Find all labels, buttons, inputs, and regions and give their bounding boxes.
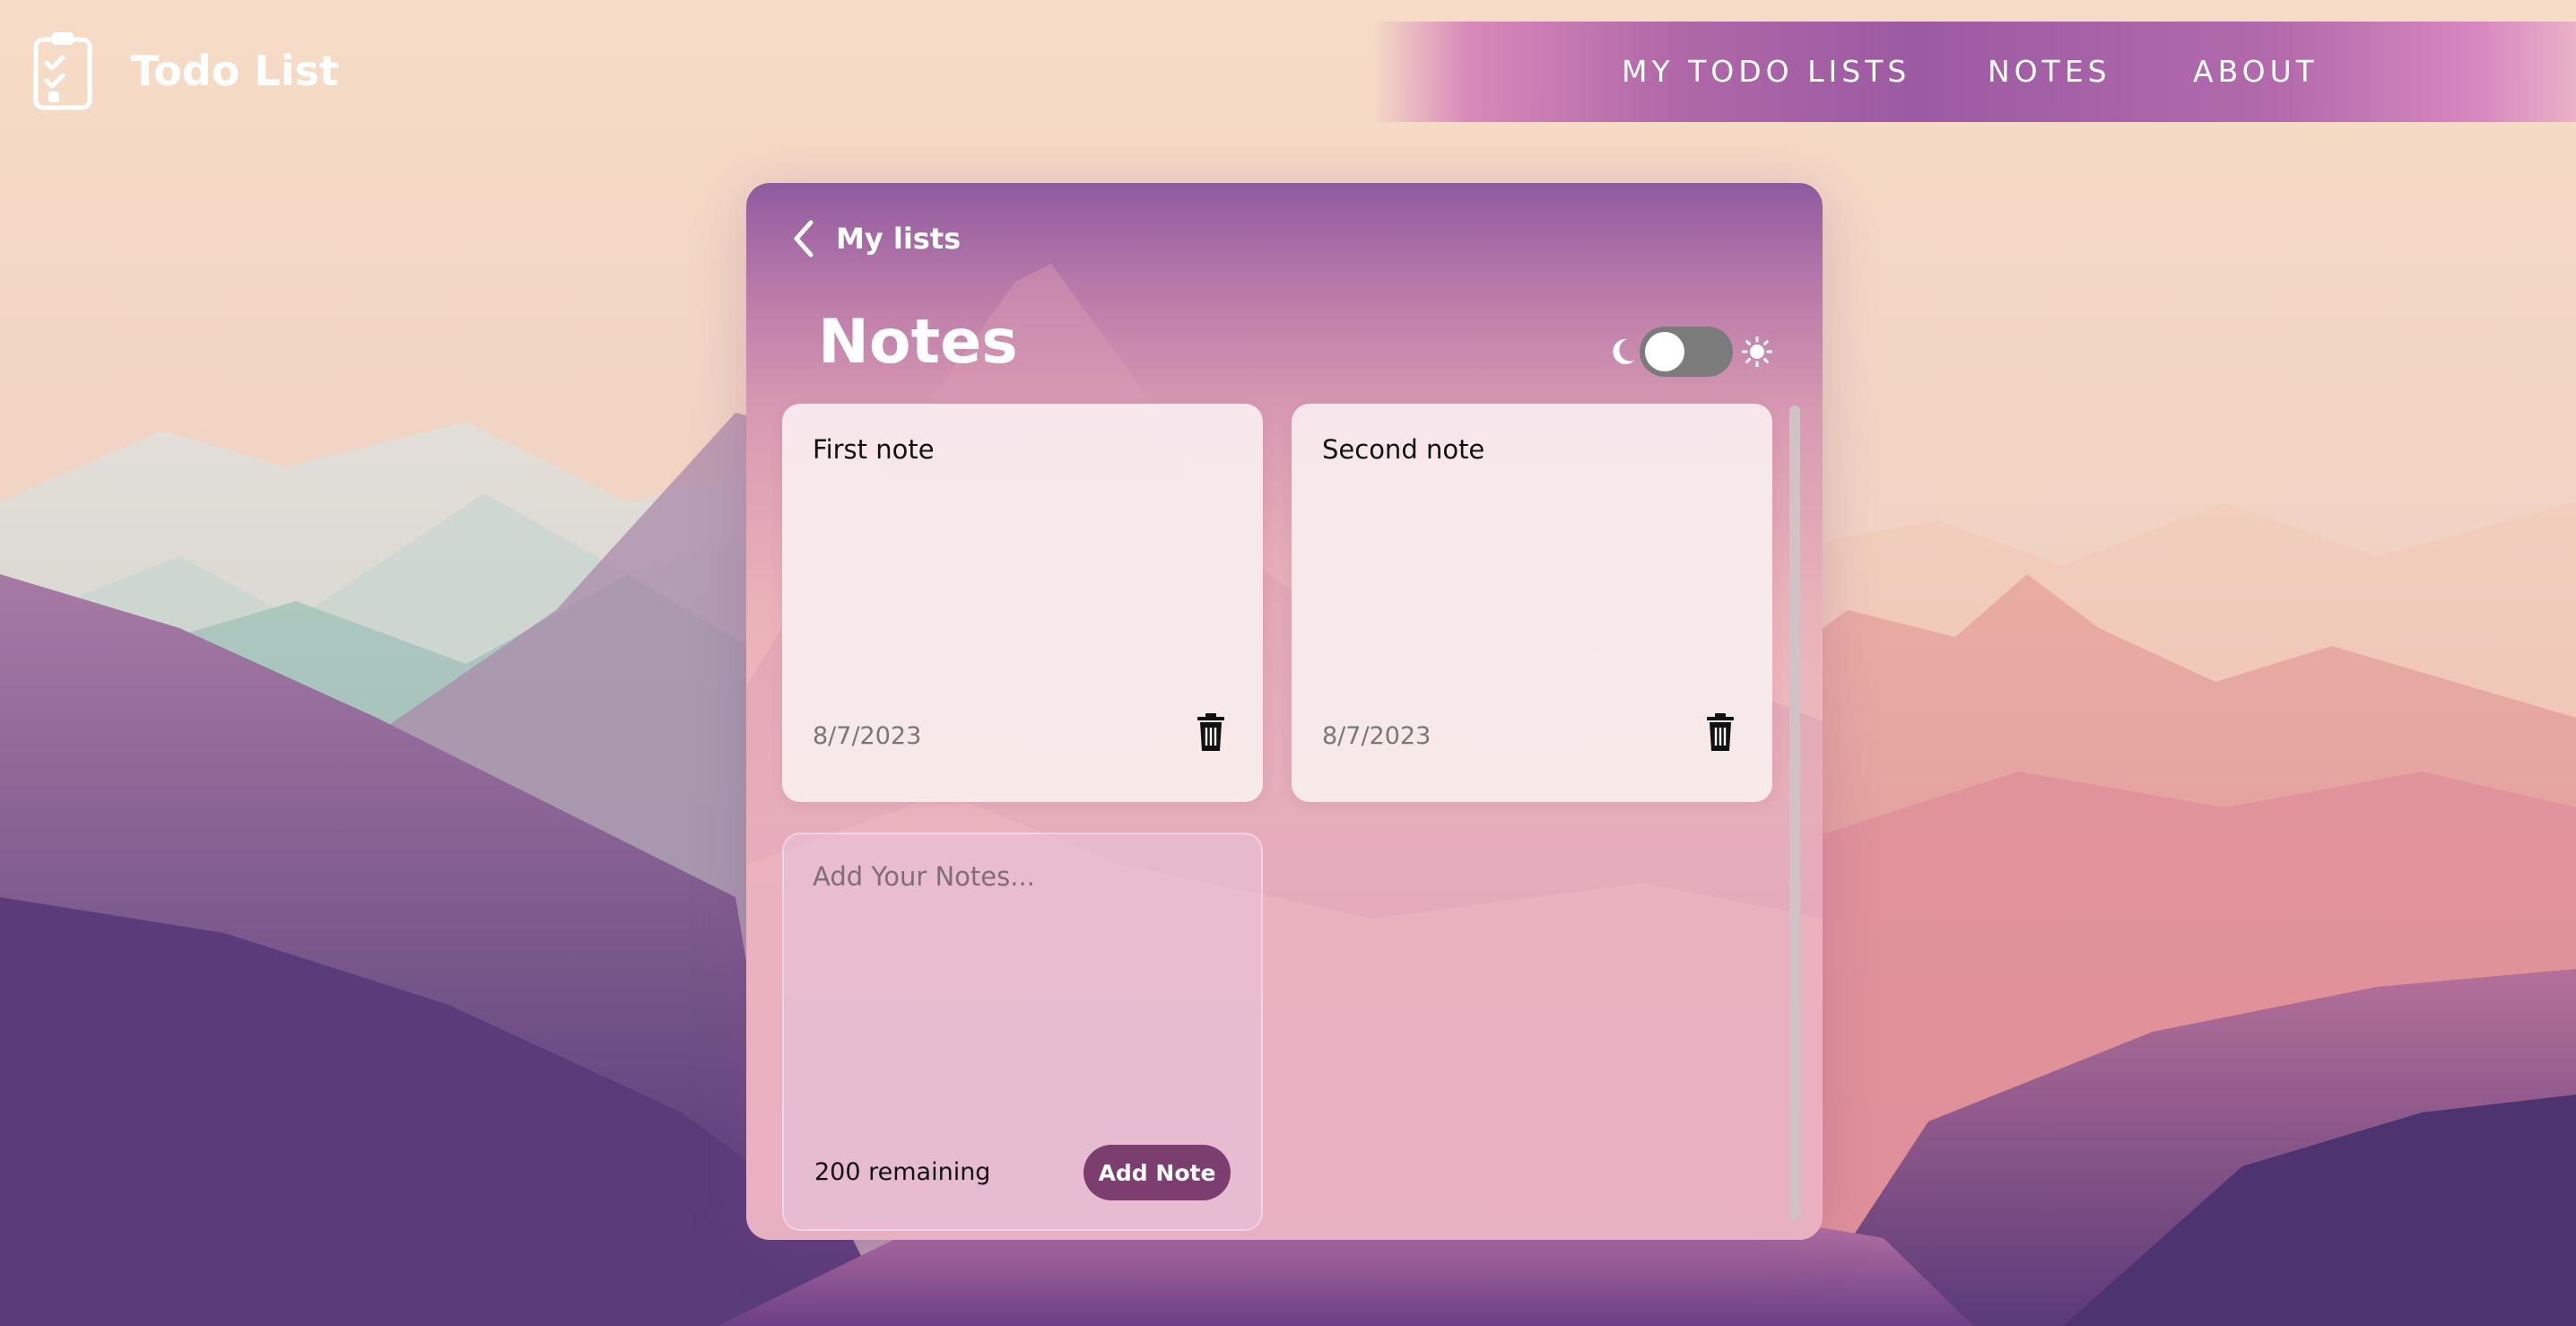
top-nav: MY TODO LISTS NOTES ABOUT [1372, 22, 2576, 122]
new-note-input[interactable] [813, 861, 1234, 1130]
trash-icon[interactable] [1704, 712, 1736, 752]
note-date: 8/7/2023 [813, 722, 922, 750]
moon-icon [1613, 338, 1634, 364]
trash-icon[interactable] [1195, 712, 1227, 752]
note-card[interactable]: First note 8/7/2023 [782, 404, 1263, 802]
add-note-button[interactable]: Add Note [1083, 1145, 1231, 1200]
note-text: First note [813, 434, 935, 465]
toggle-knob [1645, 332, 1684, 371]
nav-about[interactable]: ABOUT [2193, 54, 2319, 89]
back-to-my-lists[interactable]: My lists [791, 219, 961, 258]
app-name: Todo List [131, 47, 339, 95]
remaining-counter: 200 remaining [814, 1158, 991, 1186]
theme-toggle-group [1607, 327, 1772, 377]
theme-toggle[interactable] [1640, 327, 1733, 377]
new-note-card: 200 remaining Add Note [782, 833, 1263, 1231]
note-text: Second note [1322, 434, 1485, 465]
brand[interactable]: Todo List [32, 31, 339, 111]
notes-panel: My lists Notes First note 8/7/2023 Secon… [746, 183, 1823, 1240]
clipboard-checklist-icon [32, 31, 93, 111]
notes-scrollbar[interactable] [1789, 406, 1800, 1220]
nav-my-todo-lists[interactable]: MY TODO LISTS [1622, 54, 1910, 89]
back-label: My lists [836, 222, 962, 256]
sun-icon [1742, 336, 1772, 367]
note-card[interactable]: Second note 8/7/2023 [1292, 404, 1772, 802]
chevron-left-icon [794, 220, 814, 257]
page-title: Notes [818, 307, 1018, 378]
nav-notes[interactable]: NOTES [1988, 54, 2111, 89]
note-date: 8/7/2023 [1322, 722, 1432, 750]
